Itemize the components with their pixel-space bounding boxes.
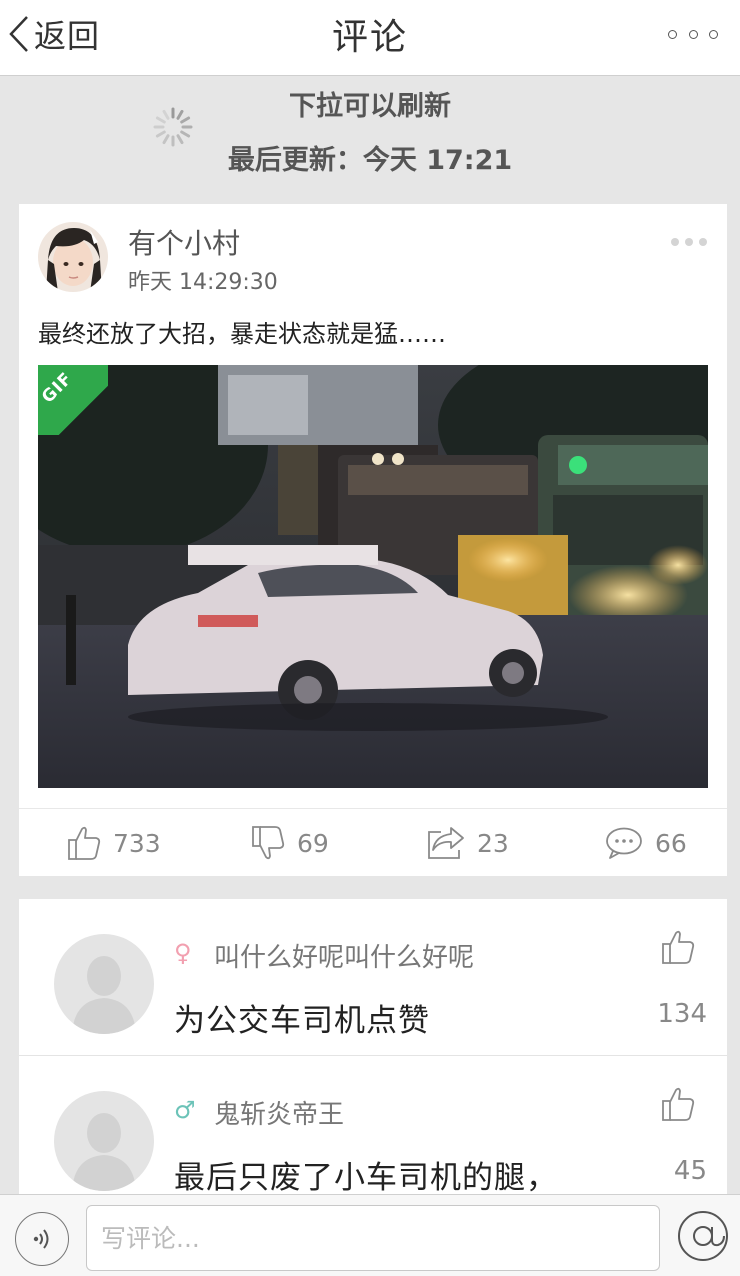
comment-count: 66 [655,828,687,858]
comment-item: ♂ 鬼斩炎帝王 最后只废了小车司机的腿， 45 [19,1055,727,1199]
female-gender-icon: ♀ [174,939,192,967]
commenter-name[interactable]: 鬼斩炎帝王 [214,1094,344,1131]
dislike-button[interactable]: 69 [251,809,329,877]
like-count: 733 [113,828,161,858]
comment-text: 最后只废了小车司机的腿， [174,1160,558,1196]
comment-bubble-icon [606,827,642,859]
thumbs-up-icon[interactable] [661,929,695,965]
like-button[interactable]: 733 [67,809,161,877]
default-avatar-icon [72,956,136,1034]
comment-input[interactable] [86,1205,660,1271]
default-avatar-icon [72,1113,136,1191]
male-gender-icon: ♂ [174,1096,196,1124]
dot-icon [699,238,707,246]
gif-badge-label: GIF [38,368,77,408]
dot-icon [685,238,693,246]
more-options-button[interactable] [668,24,718,44]
comment-item: ♀ 叫什么好呢叫什么好呢 为公交车司机点赞 134 [19,899,727,1055]
post-text: 最终还放了大招，暴走状态就是猛…… [38,320,446,348]
page-title: 评论 [331,17,408,58]
post-gif-image[interactable]: GIF [38,365,708,788]
comment-text: 为公交车司机点赞 [174,1003,430,1039]
commenter-name[interactable]: 叫什么好呢叫什么好呢 [214,937,474,974]
mention-at-icon[interactable] [676,1209,730,1263]
share-count: 23 [477,828,509,858]
commenter-avatar[interactable] [54,1091,154,1191]
voice-icon [33,1229,49,1249]
thumbs-up-icon[interactable] [661,1086,695,1122]
nav-bar: 返回 评论 [0,0,740,76]
dot-icon [671,238,679,246]
post-card: 有个小村 昨天 14:29:30 最终还放了大招，暴走状态就是猛…… GIF 7… [19,204,727,876]
dot-icon [668,29,677,39]
voice-input-button[interactable] [15,1212,69,1266]
share-icon [428,827,464,859]
post-timestamp: 昨天 14:29:30 [128,270,278,295]
commenter-avatar[interactable] [54,934,154,1034]
post-action-bar: 733 69 23 66 [19,808,727,876]
gif-badge: GIF [38,365,108,435]
author-name[interactable]: 有个小村 [128,222,240,262]
avatar-image [38,222,108,292]
post-more-button[interactable] [671,238,707,248]
dot-icon [688,29,698,39]
dot-icon [709,29,718,39]
author-avatar[interactable] [38,222,108,292]
pull-refresh-hint: 下拉可以刷新 [289,91,451,122]
dislike-count: 69 [297,828,329,858]
last-updated-text: 最后更新：今天 17:21 [227,145,513,176]
thumbs-up-icon [68,826,101,860]
comment-compose-bar [0,1194,740,1276]
thumbs-down-icon [252,826,285,860]
comment-list: ♀ 叫什么好呢叫什么好呢 为公交车司机点赞 134 ♂ 鬼斩炎帝王 最后只废了小… [19,899,727,1199]
comment-like-count: 45 [673,1156,707,1186]
share-button[interactable]: 23 [427,809,509,877]
street-scene-image [38,365,708,788]
comment-like-count: 134 [657,999,707,1029]
comment-button[interactable]: 66 [605,809,687,877]
